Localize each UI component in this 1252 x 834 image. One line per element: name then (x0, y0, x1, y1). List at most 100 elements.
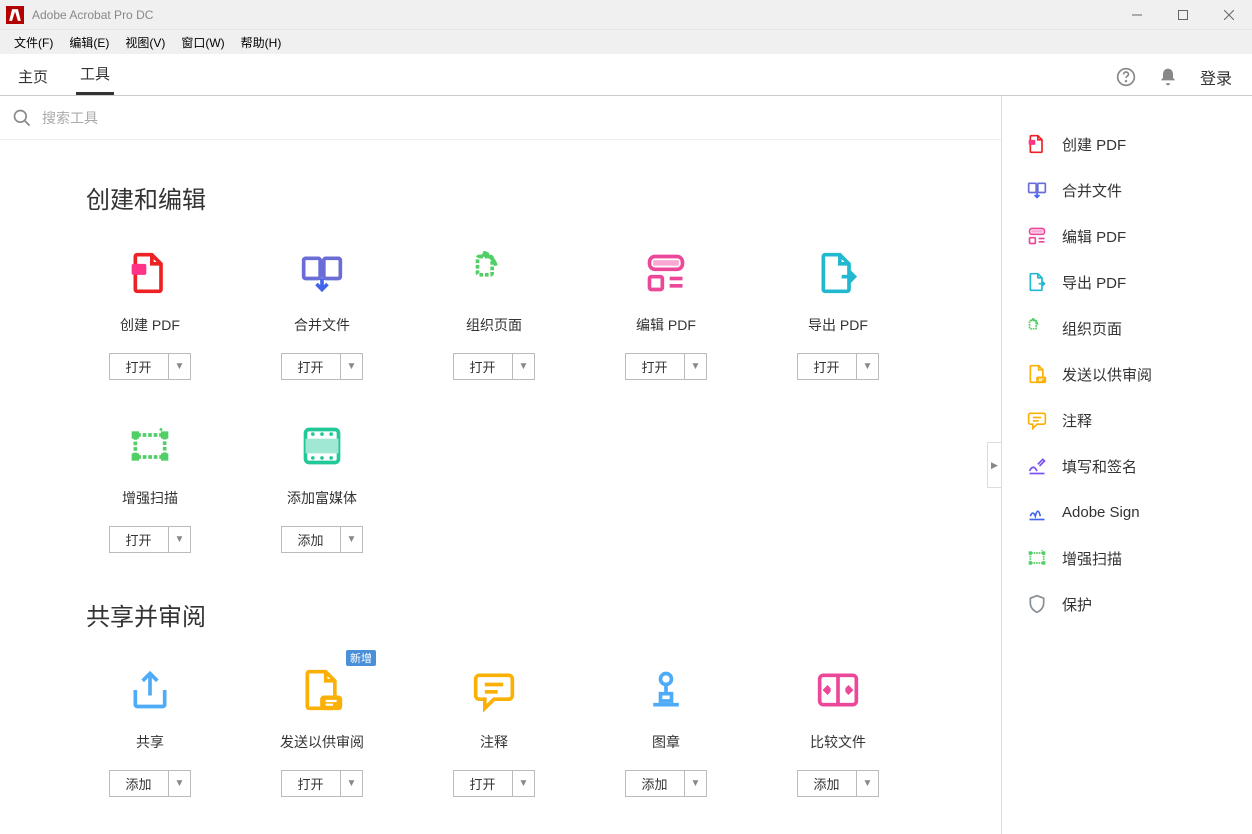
export-pdf-icon (816, 251, 860, 295)
send-review-icon (1026, 363, 1048, 385)
enhance-scan-icon (128, 424, 172, 468)
tool-label: 创建 PDF (120, 315, 180, 335)
tab-home[interactable]: 主页 (14, 58, 52, 95)
tool-action-button[interactable]: 添加 (109, 770, 169, 797)
shortcut-label: 保护 (1062, 594, 1092, 615)
login-button[interactable]: 登录 (1200, 65, 1232, 89)
shortcut-label: 合并文件 (1062, 180, 1122, 201)
search-input[interactable] (42, 110, 989, 126)
maximize-button[interactable] (1160, 0, 1206, 29)
tool-card-rich-media[interactable]: 添加富媒体添加▼ (260, 424, 384, 553)
shortcut-export-pdf[interactable]: 导出 PDF (1002, 259, 1252, 305)
tool-card-create-pdf[interactable]: 创建 PDF 打开▼ (88, 251, 212, 380)
edit-pdf-icon (644, 251, 688, 295)
protect-icon (1026, 593, 1048, 615)
tool-action-button[interactable]: 打开 (625, 353, 685, 380)
tool-label: 组织页面 (466, 315, 522, 335)
shortcut-comment[interactable]: 注释 (1002, 397, 1252, 443)
badge-new: 新增 (346, 650, 376, 666)
tool-card-stamp[interactable]: 图章添加▼ (604, 668, 728, 797)
shortcut-enhance-scan[interactable]: 增强扫描 (1002, 535, 1252, 581)
tool-card-export-pdf[interactable]: 导出 PDF打开▼ (776, 251, 900, 380)
side-toggle[interactable]: ▶ (987, 442, 1001, 488)
tool-dropdown-button[interactable]: ▼ (169, 353, 192, 380)
menu-window[interactable]: 窗口(W) (173, 32, 232, 53)
tool-action-button[interactable]: 打开 (797, 353, 857, 380)
tool-card-combine[interactable]: 合并文件打开▼ (260, 251, 384, 380)
shortcut-fill-sign[interactable]: 填写和签名 (1002, 443, 1252, 489)
tool-card-organize[interactable]: 组织页面打开▼ (432, 251, 556, 380)
tool-dropdown-button[interactable]: ▼ (169, 526, 192, 553)
menu-view[interactable]: 视图(V) (117, 32, 173, 53)
tool-action-button[interactable]: 打开 (453, 770, 513, 797)
shortcut-send-review[interactable]: 发送以供审阅 (1002, 351, 1252, 397)
menu-file[interactable]: 文件(F) (6, 32, 61, 53)
edit-pdf-icon (1026, 225, 1048, 247)
shortcut-edit-pdf[interactable]: 编辑 PDF (1002, 213, 1252, 259)
fill-sign-icon (1026, 455, 1048, 477)
tool-dropdown-button[interactable]: ▼ (685, 353, 708, 380)
shortcut-adobe-sign[interactable]: Adobe Sign (1002, 489, 1252, 535)
combine-icon (300, 251, 344, 295)
minimize-button[interactable] (1114, 0, 1160, 29)
tool-label: 增强扫描 (122, 488, 178, 508)
tool-card-edit-pdf[interactable]: 编辑 PDF 打开▼ (604, 251, 728, 380)
tool-dropdown-button[interactable]: ▼ (169, 770, 192, 797)
shortcut-label: 发送以供审阅 (1062, 364, 1152, 385)
shortcut-label: 注释 (1062, 410, 1092, 431)
shortcut-protect[interactable]: 保护 (1002, 581, 1252, 627)
tool-action-button[interactable]: 添加 (625, 770, 685, 797)
tool-label: 比较文件 (810, 732, 866, 752)
tool-dropdown-button[interactable]: ▼ (513, 770, 536, 797)
shortcut-label: 组织页面 (1062, 318, 1122, 339)
adobe-sign-icon (1026, 501, 1048, 523)
compare-icon (816, 668, 860, 712)
tool-action-button[interactable]: 打开 (109, 526, 169, 553)
tool-row: 共享添加▼新增发送以供审阅打开▼注释打开▼图章添加▼比较文件添加▼ (88, 668, 961, 797)
tool-row: 增强扫描打开▼添加富媒体添加▼ (88, 424, 961, 553)
tool-action-button[interactable]: 打开 (281, 353, 341, 380)
titlebar: Adobe Acrobat Pro DC (0, 0, 1252, 30)
shortcut-combine[interactable]: 合并文件 (1002, 167, 1252, 213)
tool-dropdown-button[interactable]: ▼ (341, 526, 364, 553)
create-pdf-icon (1026, 133, 1048, 155)
menu-edit[interactable]: 编辑(E) (61, 32, 117, 53)
tool-scroll-area[interactable]: 创建和编辑创建 PDF打开▼合并文件打开▼组织页面打开▼编辑 PDF打开▼导出 … (0, 140, 1001, 834)
tool-action-button[interactable]: 添加 (281, 526, 341, 553)
tool-label: 编辑 PDF (636, 315, 696, 335)
bell-icon[interactable] (1158, 67, 1178, 87)
tab-tools[interactable]: 工具 (76, 55, 114, 95)
tool-card-comment[interactable]: 注释打开▼ (432, 668, 556, 797)
tool-card-share[interactable]: 共享添加▼ (88, 668, 212, 797)
comment-icon (472, 668, 516, 712)
tool-dropdown-button[interactable]: ▼ (513, 353, 536, 380)
send-review-icon (300, 668, 344, 712)
shortcut-label: Adobe Sign (1062, 504, 1140, 521)
tool-dropdown-button[interactable]: ▼ (341, 353, 364, 380)
menubar: 文件(F) 编辑(E) 视图(V) 窗口(W) 帮助(H) (0, 30, 1252, 54)
help-icon[interactable] (1116, 67, 1136, 87)
tool-action-button[interactable]: 打开 (281, 770, 341, 797)
shortcut-organize[interactable]: 组织页面 (1002, 305, 1252, 351)
organize-icon (472, 251, 516, 295)
tool-action-button[interactable]: 打开 (109, 353, 169, 380)
menu-help[interactable]: 帮助(H) (233, 32, 290, 53)
app-logo-icon (6, 6, 24, 24)
search-icon (12, 108, 32, 128)
tool-card-send-review[interactable]: 新增发送以供审阅打开▼ (260, 668, 384, 797)
tool-card-compare[interactable]: 比较文件添加▼ (776, 668, 900, 797)
tool-label: 注释 (480, 732, 508, 752)
searchbar (0, 96, 1001, 140)
tool-dropdown-button[interactable]: ▼ (341, 770, 364, 797)
shortcut-create-pdf[interactable]: 创建 PDF (1002, 121, 1252, 167)
shortcut-label: 增强扫描 (1062, 548, 1122, 569)
tool-dropdown-button[interactable]: ▼ (857, 770, 880, 797)
tool-action-button[interactable]: 打开 (453, 353, 513, 380)
tool-card-enhance-scan[interactable]: 增强扫描打开▼ (88, 424, 212, 553)
tool-dropdown-button[interactable]: ▼ (685, 770, 708, 797)
tool-label: 添加富媒体 (287, 488, 357, 508)
tool-action-button[interactable]: 添加 (797, 770, 857, 797)
shortcut-label: 创建 PDF (1062, 134, 1126, 155)
tool-dropdown-button[interactable]: ▼ (857, 353, 880, 380)
close-button[interactable] (1206, 0, 1252, 29)
